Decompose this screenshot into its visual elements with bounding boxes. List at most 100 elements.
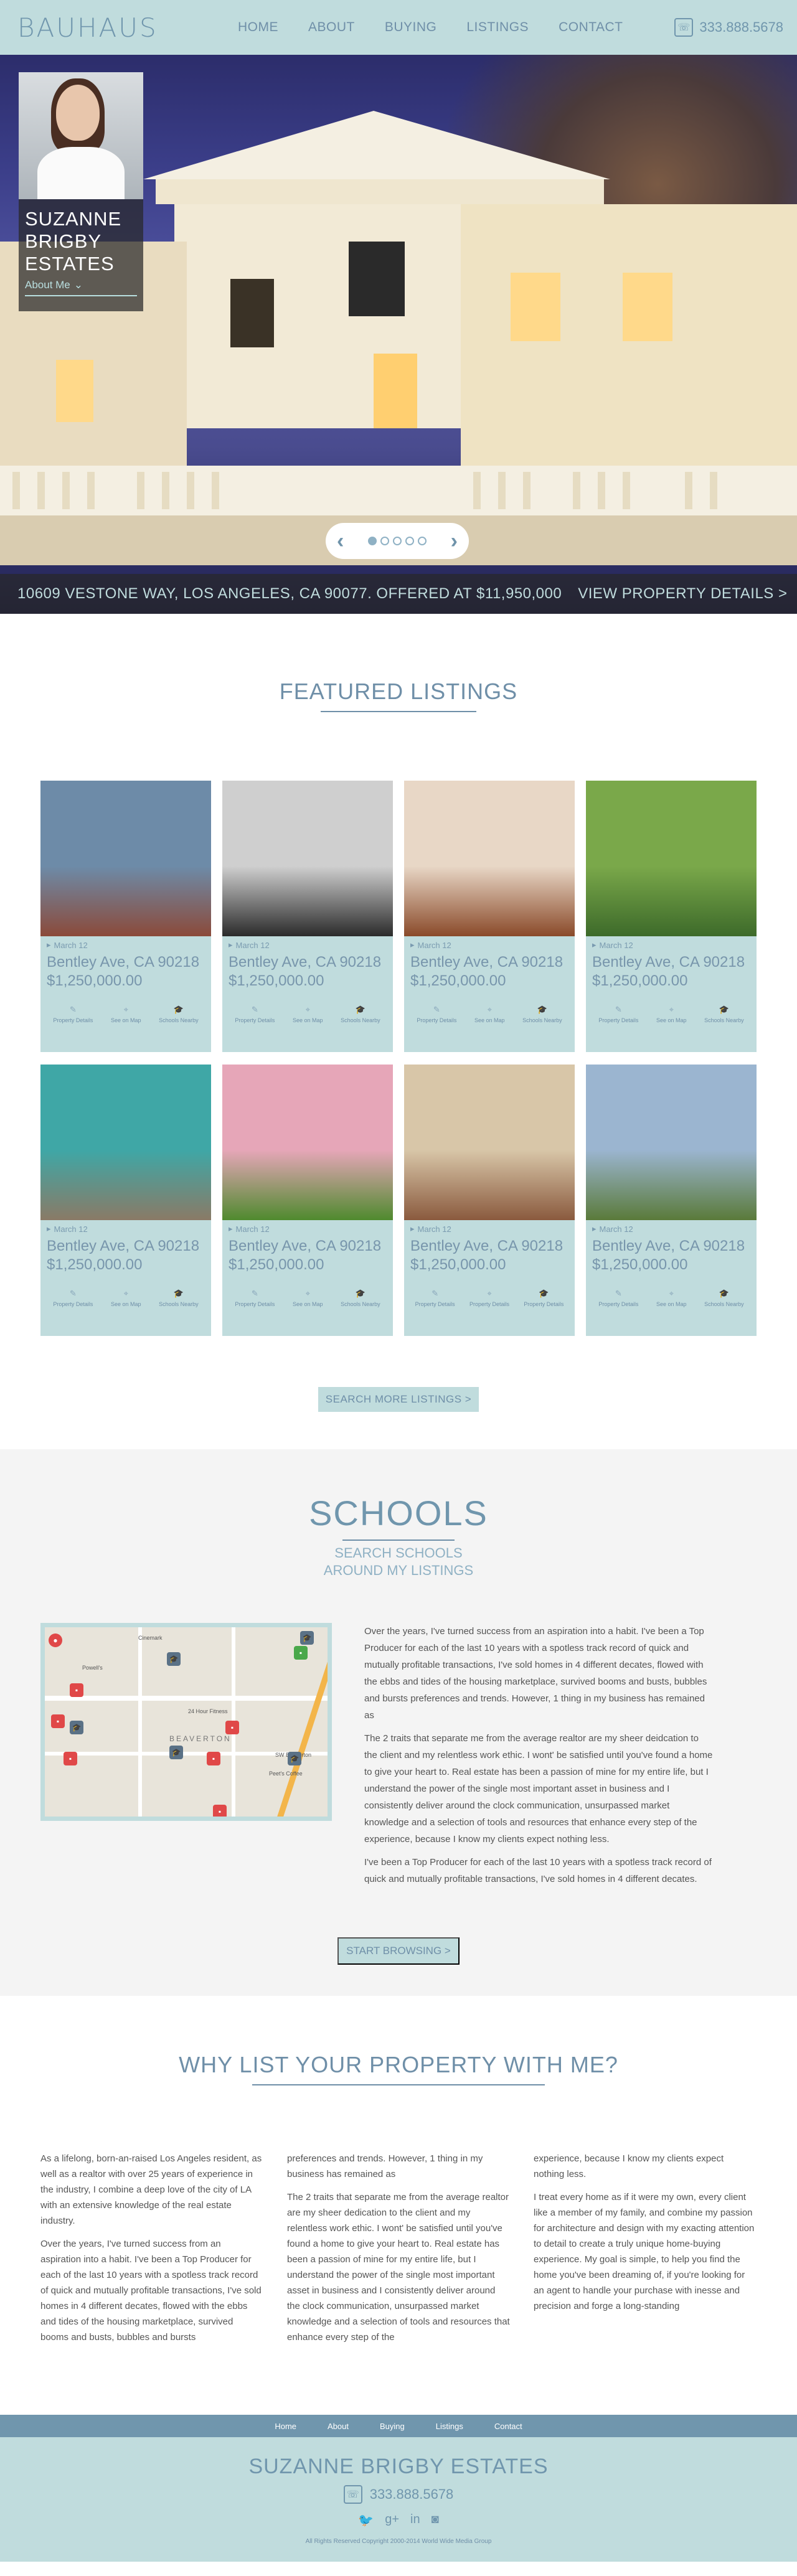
listing-action[interactable]: ✎ Property Details	[53, 1005, 93, 1023]
listing-date: ▸ March 12	[40, 1220, 211, 1234]
listing-date-text: March 12	[54, 940, 88, 950]
twitter-icon[interactable]: 🐦	[358, 2513, 374, 2528]
pencil-icon: ✎	[69, 1005, 77, 1014]
listing-card[interactable]: ▸ March 12 Bentley Ave, CA 90218 $1,250,…	[40, 781, 211, 1052]
listing-action[interactable]: ⌖ See on Map	[293, 1289, 323, 1307]
listing-address[interactable]: Bentley Ave, CA 90218	[586, 950, 757, 971]
school-icon[interactable]: 🎓	[70, 1721, 83, 1734]
listing-action[interactable]: ✎ Property Details	[235, 1005, 275, 1023]
map-pin-icon[interactable]: ▪	[51, 1714, 65, 1728]
map-pin-icon[interactable]: ▪	[64, 1752, 77, 1765]
listing-actions: ✎ Property Details ⌖ Property Details 🎓 …	[404, 1274, 575, 1307]
footer-nav-buying[interactable]: Buying	[380, 2422, 405, 2431]
listing-image[interactable]	[404, 781, 575, 936]
listing-action[interactable]: 🎓 Schools Nearby	[522, 1005, 562, 1023]
listing-address[interactable]: Bentley Ave, CA 90218	[40, 1234, 211, 1255]
map-pin-icon[interactable]: ▪	[70, 1683, 83, 1697]
search-more-listings-button[interactable]: SEARCH MORE LISTINGS >	[318, 1387, 479, 1412]
listing-action[interactable]: ✎ Property Details	[598, 1005, 638, 1023]
map-pin-icon[interactable]: ▪	[225, 1721, 239, 1734]
linkedin-icon[interactable]: in	[410, 2513, 420, 2528]
listing-card[interactable]: ▸ March 12 Bentley Ave, CA 90218 $1,250,…	[222, 1065, 393, 1336]
chevron-right-icon[interactable]: ›	[451, 530, 458, 552]
agent-card: SUZANNE BRIGBY ESTATES About Me ⌄	[19, 72, 143, 311]
listing-card[interactable]: ▸ March 12 Bentley Ave, CA 90218 $1,250,…	[404, 1065, 575, 1336]
about-me-link[interactable]: About Me ⌄	[19, 275, 143, 291]
map-pin-icon[interactable]: ▪	[213, 1805, 227, 1817]
listing-action[interactable]: 🎓 Schools Nearby	[704, 1289, 744, 1307]
map-pin-icon[interactable]: ▪	[294, 1646, 308, 1660]
view-property-details-link[interactable]: VIEW PROPERTY DETAILS >	[578, 585, 787, 603]
listing-image[interactable]	[40, 1065, 211, 1220]
listing-action[interactable]: ⌖ See on Map	[111, 1005, 141, 1023]
listing-action[interactable]: ⌖ Property Details	[469, 1289, 509, 1307]
listing-action-label: See on Map	[110, 1017, 141, 1023]
listing-address[interactable]: Bentley Ave, CA 90218	[40, 950, 211, 971]
nav-home[interactable]: HOME	[238, 20, 278, 35]
listing-action[interactable]: 🎓 Property Details	[524, 1289, 564, 1307]
listing-card[interactable]: ▸ March 12 Bentley Ave, CA 90218 $1,250,…	[222, 781, 393, 1052]
slide-dot[interactable]	[405, 537, 414, 545]
nav-about[interactable]: ABOUT	[308, 20, 355, 35]
school-icon[interactable]: 🎓	[288, 1752, 301, 1765]
map-pin-icon[interactable]: ▪	[207, 1752, 220, 1765]
listing-address[interactable]: Bentley Ave, CA 90218	[586, 1234, 757, 1255]
listing-action[interactable]: ⌖ See on Map	[656, 1289, 687, 1307]
footer-nav-about[interactable]: About	[328, 2422, 349, 2431]
listing-action[interactable]: ✎ Property Details	[53, 1289, 93, 1307]
calendar-icon: ▸	[592, 1224, 597, 1233]
listing-address[interactable]: Bentley Ave, CA 90218	[404, 950, 575, 971]
slide-dots	[368, 537, 427, 545]
chevron-left-icon[interactable]: ‹	[337, 530, 344, 552]
google-plus-icon[interactable]: g+	[385, 2513, 399, 2528]
listing-card[interactable]: ▸ March 12 Bentley Ave, CA 90218 $1,250,…	[586, 781, 757, 1052]
listing-action[interactable]: ⌖ See on Map	[293, 1005, 323, 1023]
listing-image[interactable]	[404, 1065, 575, 1220]
listing-action-label: Schools Nearby	[341, 1301, 380, 1307]
site-logo[interactable]: BAUHAUS	[17, 12, 158, 43]
listing-action[interactable]: ✎ Property Details	[417, 1005, 456, 1023]
listing-action[interactable]: ✎ Property Details	[415, 1289, 455, 1307]
slide-dot[interactable]	[380, 537, 389, 545]
listing-address[interactable]: Bentley Ave, CA 90218	[222, 1234, 393, 1255]
listing-image[interactable]	[586, 1065, 757, 1220]
listing-image[interactable]	[222, 781, 393, 936]
listing-image[interactable]	[40, 781, 211, 936]
listing-action[interactable]: ⌖ See on Map	[474, 1005, 505, 1023]
listing-card[interactable]: ▸ March 12 Bentley Ave, CA 90218 $1,250,…	[40, 1065, 211, 1336]
listing-action[interactable]: 🎓 Schools Nearby	[341, 1005, 380, 1023]
listing-card[interactable]: ▸ March 12 Bentley Ave, CA 90218 $1,250,…	[404, 781, 575, 1052]
footer-nav-contact[interactable]: Contact	[494, 2422, 522, 2431]
listing-action[interactable]: 🎓 Schools Nearby	[159, 1005, 199, 1023]
instagram-icon[interactable]: ◙	[432, 2513, 439, 2528]
nav-contact[interactable]: CONTACT	[559, 20, 623, 35]
listing-action[interactable]: ⌖ See on Map	[656, 1005, 687, 1023]
start-browsing-button[interactable]: START BROWSING >	[337, 1937, 460, 1965]
listing-action[interactable]: ⌖ See on Map	[111, 1289, 141, 1307]
listing-image[interactable]	[586, 781, 757, 936]
listing-action[interactable]: ✎ Property Details	[598, 1289, 638, 1307]
listing-action[interactable]: 🎓 Schools Nearby	[341, 1289, 380, 1307]
nav-listings[interactable]: LISTINGS	[466, 20, 529, 35]
listing-action[interactable]: 🎓 Schools Nearby	[159, 1289, 199, 1307]
school-icon[interactable]: 🎓	[169, 1746, 183, 1759]
school-icon[interactable]: 🎓	[300, 1631, 314, 1645]
listing-card[interactable]: ▸ March 12 Bentley Ave, CA 90218 $1,250,…	[586, 1065, 757, 1336]
school-icon[interactable]: 🎓	[167, 1652, 181, 1666]
footer-nav-home[interactable]: Home	[275, 2422, 296, 2431]
listing-action[interactable]: 🎓 Schools Nearby	[704, 1005, 744, 1023]
slide-dot[interactable]	[393, 537, 402, 545]
listing-action-label: See on Map	[292, 1301, 323, 1307]
footer-nav-listings[interactable]: Listings	[436, 2422, 463, 2431]
listing-action[interactable]: ✎ Property Details	[235, 1289, 275, 1307]
schools-map[interactable]: Cinemark Powell's 24 Hour Fitness Peet's…	[40, 1623, 332, 1821]
footer-phone[interactable]: ☏ 333.888.5678	[0, 2485, 797, 2504]
slide-dot[interactable]	[368, 537, 377, 545]
header-phone[interactable]: ☏ 333.888.5678	[674, 0, 783, 55]
nav-buying[interactable]: BUYING	[385, 20, 437, 35]
listing-image[interactable]	[222, 1065, 393, 1220]
listing-address[interactable]: Bentley Ave, CA 90218	[222, 950, 393, 971]
map-pin-icon[interactable]: ●	[49, 1634, 62, 1647]
slide-dot[interactable]	[418, 537, 427, 545]
listing-address[interactable]: Bentley Ave, CA 90218	[404, 1234, 575, 1255]
